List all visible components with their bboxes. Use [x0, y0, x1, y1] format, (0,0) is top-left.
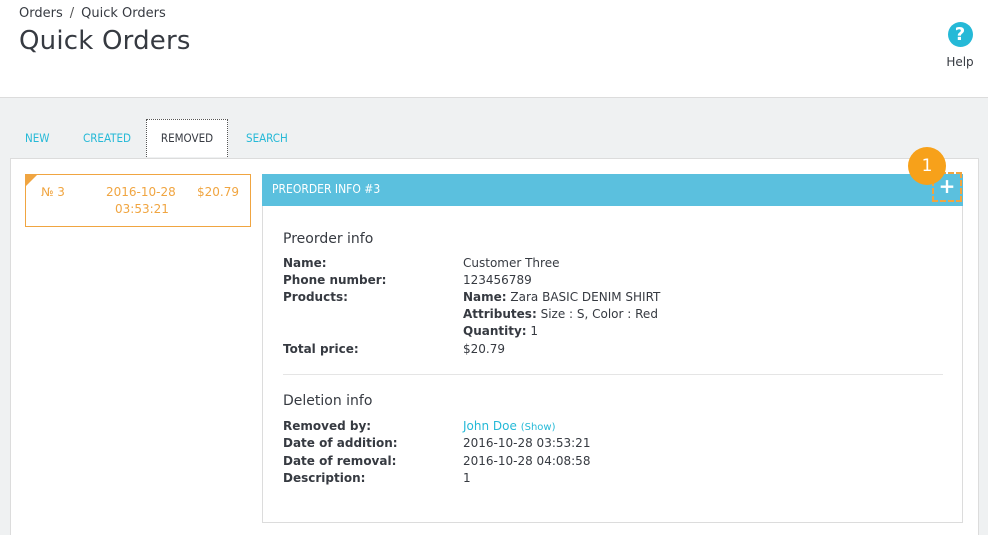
order-date: 2016-10-28: [106, 185, 176, 199]
total-price-value: $20.79: [463, 342, 505, 356]
product-attributes-row: Attributes: Size : S, Color : Red: [463, 307, 658, 321]
breadcrumb-current: Quick Orders: [81, 6, 166, 21]
name-label: Name:: [283, 256, 327, 270]
help-label: Help: [946, 55, 974, 69]
removed-by-link[interactable]: John Doe: [463, 419, 517, 433]
order-list-item[interactable]: № 3 2016-10-28 03:53:21 $20.79: [25, 174, 251, 227]
page-header: Orders / Quick Orders Quick Orders ? Help: [0, 0, 988, 98]
quantity-key: Quantity:: [463, 324, 527, 338]
product-name-key: Name:: [463, 290, 507, 304]
products-label: Products:: [283, 290, 348, 304]
help-button[interactable]: ? Help: [940, 22, 980, 69]
help-icon: ?: [947, 22, 973, 47]
date-addition-value: 2016-10-28 03:53:21: [463, 436, 591, 450]
product-name-row: Name: Zara BASIC DENIM SHIRT: [463, 290, 660, 304]
description-value: 1: [463, 471, 471, 485]
name-value: Customer Three: [463, 256, 560, 270]
panel-heading: PREORDER INFO #3 +: [262, 172, 963, 206]
step-number-badge: 1: [908, 147, 946, 185]
date-addition-label: Date of addition:: [283, 436, 398, 450]
show-link[interactable]: (Show): [521, 422, 556, 433]
removed-by-label: Removed by:: [283, 419, 372, 433]
product-quantity-row: Quantity: 1: [463, 324, 538, 338]
date-removal-value: 2016-10-28 04:08:58: [463, 454, 591, 468]
tab-search[interactable]: SEARCH: [246, 119, 288, 157]
quantity-value: 1: [530, 324, 539, 338]
description-label: Description:: [283, 471, 366, 485]
section-divider: [283, 374, 943, 375]
tab-removed[interactable]: REMOVED: [146, 119, 228, 157]
order-price: $20.79: [197, 185, 239, 199]
product-name-value: Zara BASIC DENIM SHIRT: [510, 290, 661, 304]
order-number: № 3: [41, 185, 65, 199]
breadcrumb: Orders / Quick Orders: [19, 6, 166, 21]
attributes-key: Attributes:: [463, 307, 537, 321]
total-price-label: Total price:: [283, 342, 359, 356]
date-removal-label: Date of removal:: [283, 454, 397, 468]
breadcrumb-orders[interactable]: Orders: [19, 6, 63, 21]
selected-corner-marker: [26, 175, 37, 186]
tab-new[interactable]: NEW: [25, 119, 50, 157]
breadcrumb-separator: /: [69, 6, 75, 21]
removed-by-row: John Doe (Show): [463, 419, 556, 433]
panel-title: PREORDER INFO #3: [272, 182, 381, 196]
tab-created[interactable]: CREATED: [83, 119, 131, 157]
preorder-info-panel: PREORDER INFO #3 + Preorder info Name: C…: [262, 172, 963, 523]
page-title: Quick Orders: [19, 26, 191, 56]
deletion-section-title: Deletion info: [283, 393, 373, 409]
order-time: 03:53:21: [115, 202, 169, 216]
phone-value: 123456789: [463, 273, 532, 287]
phone-label: Phone number:: [283, 273, 387, 287]
preorder-section-title: Preorder info: [283, 231, 374, 247]
attributes-value: Size : S, Color : Red: [540, 307, 658, 321]
